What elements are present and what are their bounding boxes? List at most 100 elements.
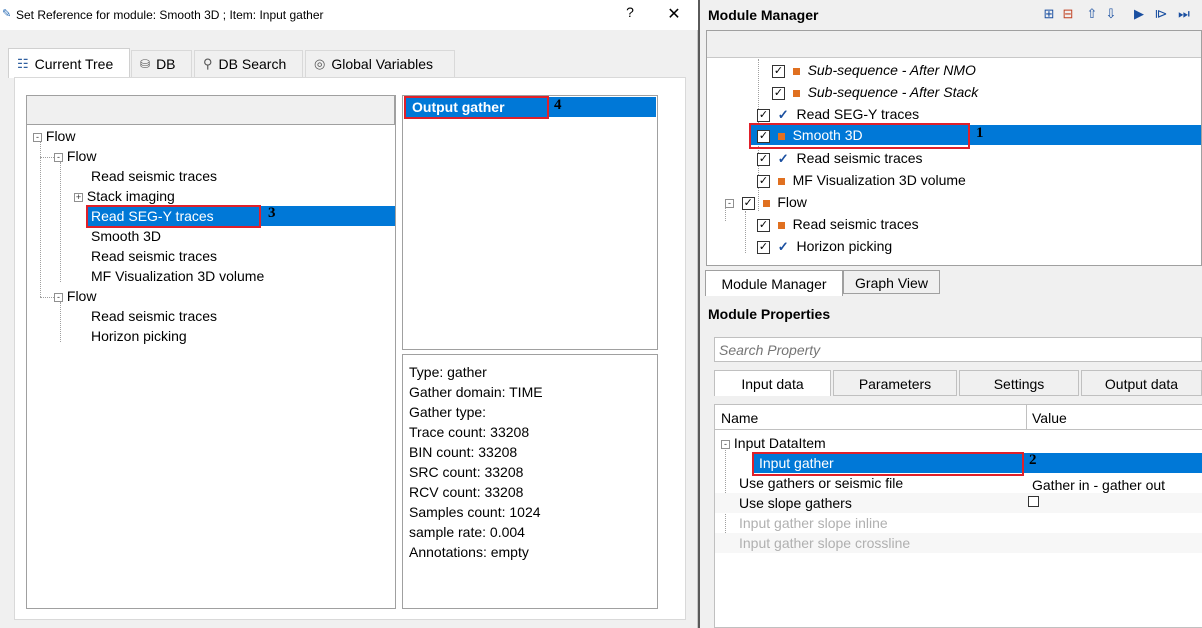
tree-item-smooth-3d[interactable]: Smooth 3D (91, 226, 161, 246)
column-value-header[interactable]: Value (1032, 408, 1067, 428)
tab-db[interactable]: ⛁ DB (131, 50, 192, 77)
run-icon[interactable]: ▶ (1131, 6, 1147, 22)
tree-item-read-seismic-traces[interactable]: Read seismic traces (91, 246, 217, 266)
tree-item-stack-imaging[interactable]: + Stack imaging (74, 186, 175, 206)
run-step-icon[interactable]: ⧐ (1153, 6, 1169, 22)
use-slope-gathers-checkbox[interactable] (1028, 496, 1039, 507)
help-button[interactable]: ? (620, 4, 640, 24)
set-reference-dialog: ✎ Set Reference for module: Smooth 3D ; … (0, 0, 698, 628)
module-item-read-seismic[interactable]: ✓ Read seismic traces (757, 214, 919, 234)
module-manager-title: Module Manager (708, 7, 819, 23)
checkbox[interactable]: ✓ (757, 240, 770, 254)
module-item-read-segy[interactable]: ✓ ✓ Read SEG-Y traces (757, 104, 919, 124)
tree-item-flow[interactable]: - Flow (54, 286, 96, 306)
checkbox[interactable]: ✓ (741, 196, 755, 210)
tree-item-flow[interactable]: - Flow (54, 146, 96, 166)
tree-item-label: Stack imaging (86, 188, 175, 204)
tab-db-search[interactable]: ⚲ DB Search (194, 50, 303, 77)
info-type: Type: gather (409, 364, 487, 380)
property-use-gathers[interactable]: Use gathers or seismic file (739, 473, 903, 493)
add-module-icon[interactable]: ⊞ (1041, 6, 1057, 22)
module-label: Read seismic traces (792, 216, 919, 232)
tab-current-tree[interactable]: ☷ Current Tree (8, 48, 130, 78)
tab-label: Global Variables (331, 56, 434, 72)
property-use-slope-gathers[interactable]: Use slope gathers (739, 493, 852, 513)
info-gather-type: Gather type: (409, 404, 487, 420)
move-down-icon[interactable]: ⇩ (1103, 6, 1119, 22)
highlight-box (752, 452, 1024, 476)
checkbox[interactable]: ✓ (757, 218, 770, 232)
tree-header-divider (394, 96, 395, 125)
checkbox[interactable]: ✓ (757, 152, 770, 166)
module-tree-header (707, 31, 1201, 58)
tree-item-label: Flow (66, 288, 97, 304)
module-label: MF Visualization 3D volume (792, 172, 966, 188)
marker-2: 2 (1029, 452, 1037, 468)
collapse-icon[interactable]: - (721, 439, 730, 449)
tab-input-data[interactable]: Input data (714, 370, 831, 396)
app-icon: ✎ (2, 8, 12, 20)
collapse-icon[interactable]: - (54, 152, 63, 162)
tree-item-mf-visualization[interactable]: MF Visualization 3D volume (91, 266, 264, 286)
module-square-icon (792, 67, 800, 75)
run-all-icon[interactable]: ⏭ (1176, 6, 1192, 22)
module-item-flow[interactable]: - ✓ Flow (725, 192, 807, 212)
checkbox[interactable]: ✓ (772, 86, 785, 100)
tree-item-read-seismic-traces[interactable]: Read seismic traces (91, 306, 217, 326)
remove-module-icon[interactable]: ⊟ (1060, 6, 1076, 22)
tab-module-manager[interactable]: Module Manager (705, 270, 843, 296)
info-src-count: SRC count: 33208 (409, 464, 524, 480)
tree-item-label: Flow (45, 128, 76, 144)
tree-item-horizon-picking[interactable]: Horizon picking (91, 326, 187, 346)
tab-global-variables[interactable]: ◎ Global Variables (305, 50, 455, 77)
move-up-icon[interactable]: ⇧ (1084, 6, 1100, 22)
marker-4: 4 (554, 97, 562, 113)
module-item-subsequence-stack[interactable]: ✓ Sub-sequence - After Stack (772, 82, 978, 102)
checkbox[interactable]: ✓ (757, 108, 770, 122)
module-label: Horizon picking (796, 238, 893, 254)
module-label: Read SEG-Y traces (796, 106, 920, 122)
close-button[interactable]: ✕ (664, 4, 684, 24)
collapse-icon[interactable]: - (54, 292, 63, 302)
search-property-input[interactable] (714, 337, 1202, 362)
item-info-panel: Type: gather Gather domain: TIME Gather … (402, 354, 658, 609)
info-gather-domain: Gather domain: TIME (409, 384, 543, 400)
properties-grid: Name Value - Input DataItem Input gather… (714, 404, 1202, 628)
info-rcv-count: RCV count: 33208 (409, 484, 524, 500)
flow-tree-panel: - Flow - Flow Read seismic traces + Stac… (26, 95, 396, 609)
info-sample-rate: sample rate: 0.004 (409, 524, 525, 540)
tab-parameters[interactable]: Parameters (833, 370, 957, 396)
collapse-icon[interactable]: - (725, 198, 734, 208)
expand-icon[interactable]: + (74, 192, 83, 202)
property-use-gathers-value[interactable]: Gather in - gather out (1032, 475, 1165, 495)
tab-label: Current Tree (34, 55, 114, 72)
group-input-dataitem[interactable]: - Input DataItem (721, 433, 826, 453)
tree-item-flow[interactable]: - Flow (33, 126, 75, 146)
collapse-icon[interactable]: - (33, 132, 42, 142)
module-item-read-seismic[interactable]: ✓ ✓ Read seismic traces (757, 148, 923, 168)
column-name-header[interactable]: Name (721, 408, 758, 428)
module-label: Flow (777, 194, 807, 210)
module-properties-title: Module Properties (708, 306, 831, 322)
info-samples-count: Samples count: 1024 (409, 504, 541, 520)
checkbox[interactable]: ✓ (757, 174, 770, 188)
tab-label: DB (156, 56, 176, 72)
module-item-subsequence-nmo[interactable]: ✓ Sub-sequence - After NMO (772, 60, 976, 80)
dialog-title: Set Reference for module: Smooth 3D ; It… (16, 8, 324, 22)
module-label: Sub-sequence - After NMO (807, 62, 976, 78)
checkmark-icon: ✓ (777, 151, 789, 166)
tab-output-data[interactable]: Output data (1081, 370, 1202, 396)
tree-item-read-seismic-traces[interactable]: Read seismic traces (91, 166, 217, 186)
highlight-box (749, 123, 970, 149)
module-item-horizon-picking[interactable]: ✓ ✓ Horizon picking (757, 236, 892, 256)
search-icon: ⚲ (203, 56, 213, 71)
tab-settings[interactable]: Settings (959, 370, 1079, 396)
globe-icon: ◎ (314, 56, 326, 71)
module-item-mf-visualization[interactable]: ✓ MF Visualization 3D volume (757, 170, 966, 190)
marker-3: 3 (268, 205, 276, 221)
output-list-panel: Output gather 4 (402, 95, 658, 350)
checkbox[interactable]: ✓ (772, 64, 785, 78)
dialog-title-bar: ✎ Set Reference for module: Smooth 3D ; … (0, 0, 698, 30)
tab-graph-view[interactable]: Graph View (843, 270, 940, 294)
property-slope-crossline: Input gather slope crossline (739, 535, 911, 551)
